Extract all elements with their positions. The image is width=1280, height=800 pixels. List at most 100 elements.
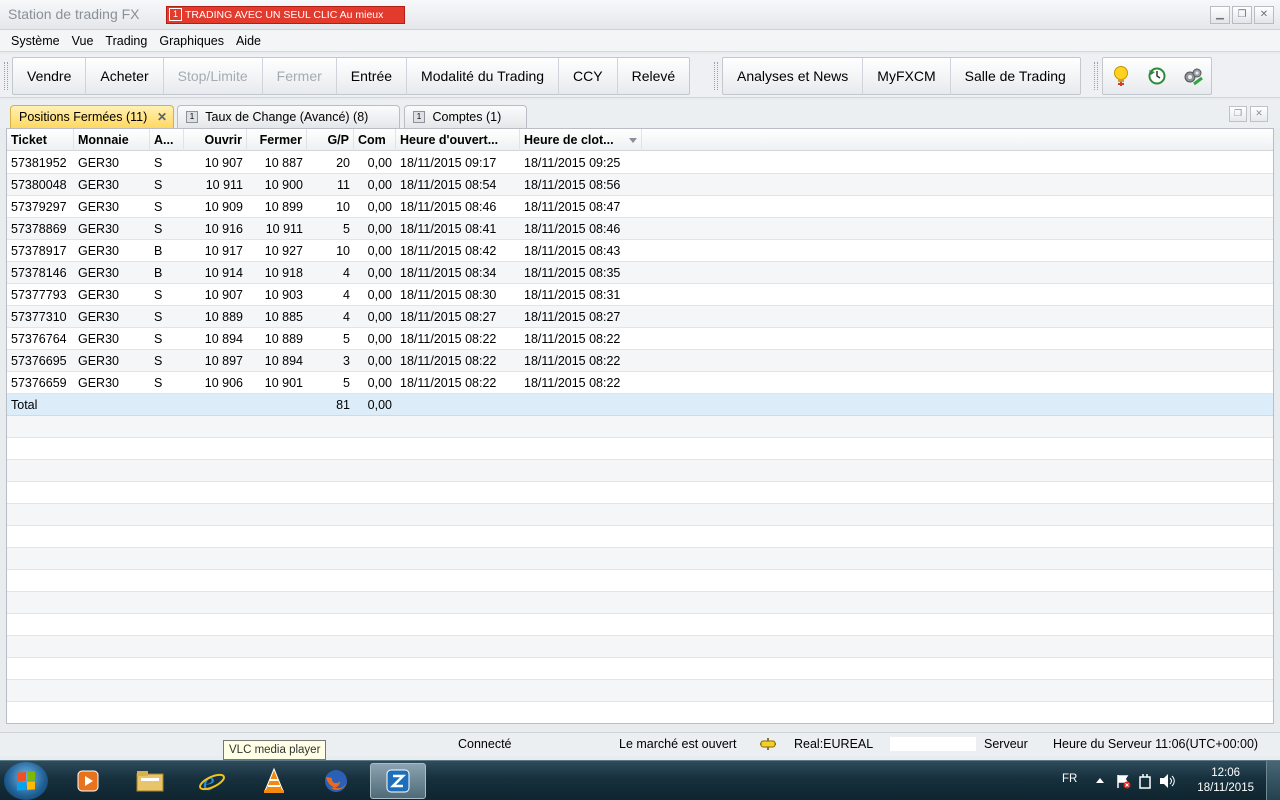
cell-currency: GER30 xyxy=(78,266,119,280)
cell-close: 10 885 xyxy=(264,310,303,324)
refresh-clock-icon[interactable] xyxy=(1139,58,1175,94)
cell-gp: 20 xyxy=(336,156,350,170)
cell-currency: GER30 xyxy=(78,156,119,170)
table-row[interactable]: 57376695 GER30 S 10 897 10 894 3 0,00 18/11/201… xyxy=(7,350,1273,372)
cell-commission: 0,00 xyxy=(367,178,392,192)
entry-button[interactable]: Entrée xyxy=(337,58,408,94)
column-action[interactable]: A... xyxy=(150,129,184,151)
column-open-time[interactable]: Heure d'ouvert... xyxy=(396,129,520,151)
windows-media-player-icon[interactable] xyxy=(60,763,116,799)
ccy-button[interactable]: CCY xyxy=(559,58,618,94)
cell-open-time: 18/11/2015 08:42 xyxy=(400,244,497,258)
cell-ticket: 57379297 xyxy=(11,200,67,214)
panel-close-button[interactable]: ✕ xyxy=(1250,106,1268,122)
server-label: Serveur xyxy=(984,737,1028,751)
table-row[interactable]: 57377793 GER30 S 10 907 10 903 4 0,00 18/11/201… xyxy=(7,284,1273,306)
sell-button[interactable]: Vendre xyxy=(13,58,87,94)
tab-accounts[interactable]: 1 Comptes (1) xyxy=(404,105,527,128)
tab-label: Taux de Change (Avancé) (8) xyxy=(205,110,369,124)
fxcm-trading-station-icon[interactable] xyxy=(370,763,426,799)
menu-trading[interactable]: Trading xyxy=(99,30,153,51)
table-row[interactable]: 57376764 GER30 S 10 894 10 889 5 0,00 18/11/201… xyxy=(7,328,1273,350)
cell-currency: GER30 xyxy=(78,376,119,390)
table-row[interactable]: 57378917 GER30 B 10 917 10 927 10 0,00 18/11/20… xyxy=(7,240,1273,262)
column-gp[interactable]: G/P xyxy=(307,129,354,151)
one-click-trading-button[interactable]: 1 TRADING AVEC UN SEUL CLIC Au mieux xyxy=(166,6,405,24)
cell-open-time: 18/11/2015 08:41 xyxy=(400,222,497,236)
cell-open: 10 907 xyxy=(204,288,243,302)
start-button[interactable] xyxy=(4,762,48,800)
title-bar: Station de trading FX 1 TRADING AVEC UN … xyxy=(0,0,1280,30)
column-currency[interactable]: Monnaie xyxy=(74,129,150,151)
connection-status: Connecté xyxy=(458,737,512,751)
column-close[interactable]: Fermer xyxy=(247,129,307,151)
toolbar-grip-3[interactable] xyxy=(1094,62,1098,90)
table-row[interactable]: 57380048 GER30 S 10 911 10 900 11 0,00 18/11/20… xyxy=(7,174,1273,196)
empty-row xyxy=(7,438,1273,460)
buy-button[interactable]: Acheter xyxy=(86,58,164,94)
cell-currency: GER30 xyxy=(78,288,119,302)
tab-close-icon[interactable]: ✕ xyxy=(157,106,167,128)
cell-currency: GER30 xyxy=(78,244,119,258)
column-open[interactable]: Ouvrir xyxy=(184,129,247,151)
menu-systeme[interactable]: Système xyxy=(5,30,66,51)
alert-bulb-icon[interactable] xyxy=(1103,58,1139,94)
column-commission[interactable]: Com xyxy=(354,129,396,151)
analysis-news-button[interactable]: Analyses et News xyxy=(723,58,864,94)
table-row[interactable]: 57378146 GER30 B 10 914 10 918 4 0,00 18/11/201… xyxy=(7,262,1273,284)
cell-open: 10 911 xyxy=(205,178,243,192)
cell-action: S xyxy=(154,376,163,390)
volume-icon[interactable] xyxy=(1158,773,1176,792)
menu-aide[interactable]: Aide xyxy=(230,30,267,51)
panel-restore-button[interactable]: ❐ xyxy=(1229,106,1247,122)
stop-limit-button[interactable]: Stop/Limite xyxy=(164,58,263,94)
empty-row xyxy=(7,504,1273,526)
myfxcm-button[interactable]: MyFXCM xyxy=(863,58,951,94)
firefox-icon[interactable] xyxy=(308,763,364,799)
close-position-button[interactable]: Fermer xyxy=(263,58,337,94)
table-row[interactable]: 57377310 GER30 S 10 889 10 885 4 0,00 18/11/201… xyxy=(7,306,1273,328)
cell-close-time: 18/11/2015 08:22 xyxy=(524,354,621,368)
language-indicator[interactable]: FR xyxy=(1062,773,1077,785)
table-row[interactable]: 57376659 GER30 S 10 906 10 901 5 0,00 18/11/201… xyxy=(7,372,1273,394)
cell-open-time: 18/11/2015 08:54 xyxy=(400,178,497,192)
column-close-time[interactable]: Heure de clot... xyxy=(520,129,642,151)
cell-close-time: 18/11/2015 08:35 xyxy=(524,266,621,280)
cell-close-time: 18/11/2015 08:47 xyxy=(524,200,621,214)
cell-gp: 10 xyxy=(336,244,350,258)
cell-close: 10 918 xyxy=(264,266,303,280)
restore-button[interactable]: ❐ xyxy=(1232,6,1252,24)
cell-currency: GER30 xyxy=(78,178,119,192)
table-row[interactable]: 57381952 GER30 S 10 907 10 887 20 0,00 18/11/20… xyxy=(7,152,1273,174)
tab-closed-positions[interactable]: Positions Fermées (11) ✕ xyxy=(10,105,174,128)
show-desktop-button[interactable] xyxy=(1266,761,1280,800)
close-button[interactable]: ✕ xyxy=(1254,6,1274,24)
cell-ticket: 57377310 xyxy=(11,310,67,324)
toolbar-grip[interactable] xyxy=(4,62,8,90)
taskbar-clock[interactable]: 12:06 18/11/2015 xyxy=(1197,766,1254,796)
table-row[interactable]: 57379297 GER30 S 10 909 10 899 10 0,00 18/11/20… xyxy=(7,196,1273,218)
settings-gears-icon[interactable] xyxy=(1175,58,1211,94)
action-center-flag-icon[interactable] xyxy=(1115,773,1131,792)
minimize-button[interactable]: ▁ xyxy=(1210,6,1230,24)
menu-vue[interactable]: Vue xyxy=(66,30,100,51)
trading-room-button[interactable]: Salle de Trading xyxy=(951,58,1080,94)
cell-ticket: 57376764 xyxy=(11,332,67,346)
menu-graphiques[interactable]: Graphiques xyxy=(153,30,230,51)
cell-commission: 0,00 xyxy=(367,200,392,214)
tab-exchange-rates[interactable]: 1 Taux de Change (Avancé) (8) xyxy=(177,105,400,128)
column-ticket[interactable]: Ticket xyxy=(7,129,74,151)
show-hidden-icons-icon[interactable] xyxy=(1095,775,1105,787)
statement-button[interactable]: Relevé xyxy=(618,58,690,94)
toolbar-grip-2[interactable] xyxy=(714,62,718,90)
cell-open-time: 18/11/2015 08:22 xyxy=(400,376,497,390)
trading-mode-button[interactable]: Modalité du Trading xyxy=(407,58,560,94)
cell-action: S xyxy=(154,222,163,236)
table-row[interactable]: 57378869 GER30 S 10 916 10 911 5 0,00 18/11/201… xyxy=(7,218,1273,240)
file-explorer-icon[interactable] xyxy=(122,763,178,799)
internet-explorer-icon[interactable]: e xyxy=(184,763,240,799)
power-icon[interactable] xyxy=(1138,773,1152,792)
total-label: Total xyxy=(11,398,38,412)
empty-row xyxy=(7,548,1273,570)
vlc-icon[interactable] xyxy=(246,763,302,799)
